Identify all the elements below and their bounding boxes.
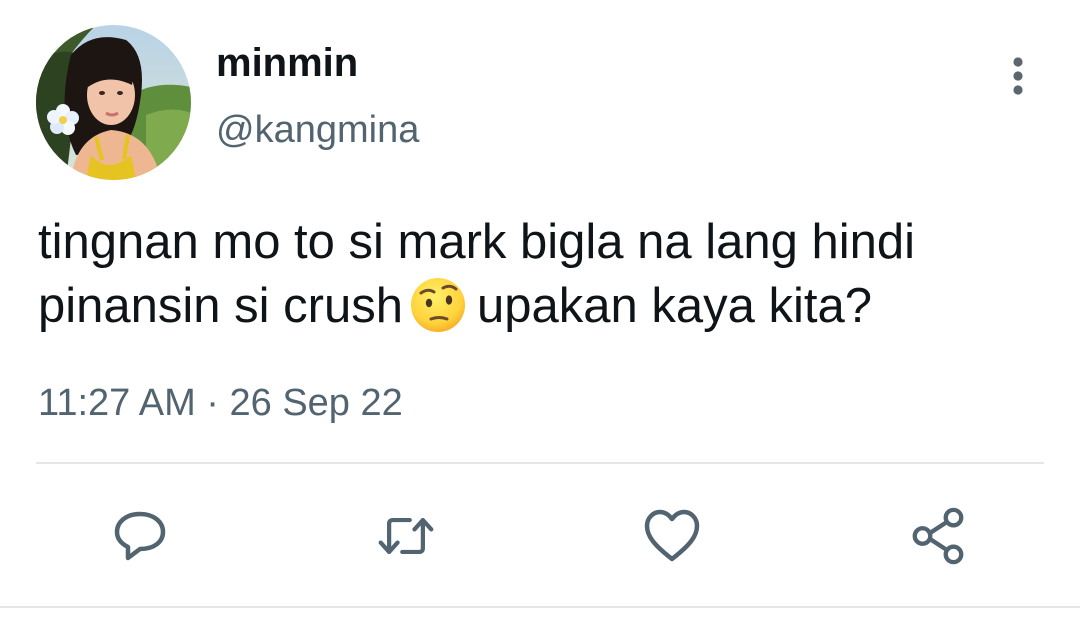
profile-photo (36, 25, 191, 180)
like-button[interactable] (642, 506, 702, 566)
face-with-raised-eyebrow-icon (409, 276, 467, 334)
tweet-text: tingnan mo to si mark bigla na lang hind… (38, 210, 1048, 338)
tweet-text-line-2: pinansin si crush upakan kaya kita? (38, 274, 1048, 338)
reply-button[interactable] (110, 506, 170, 566)
more-options-button[interactable] (1000, 52, 1036, 100)
tweet-text-line-1: tingnan mo to si mark bigla na lang hind… (38, 215, 916, 269)
tweet-timestamp[interactable]: 11:27 AM · 26 Sep 22 (38, 380, 403, 426)
user-handle[interactable]: @kangmina (216, 108, 419, 152)
heart-icon (644, 509, 700, 562)
retweet-arrows-icon (378, 517, 434, 555)
vertical-dots-icon (1013, 57, 1023, 95)
avatar[interactable] (36, 25, 191, 180)
speech-bubble-icon (114, 511, 166, 561)
tweet-text-segment: pinansin si crush (38, 279, 403, 333)
retweet-button[interactable] (376, 506, 436, 566)
divider (0, 606, 1080, 608)
share-button[interactable] (908, 506, 968, 566)
divider (36, 462, 1044, 464)
display-name[interactable]: minmin (216, 40, 358, 86)
tweet-text-segment: upakan kaya kita? (476, 279, 872, 333)
share-nodes-icon (912, 507, 964, 565)
